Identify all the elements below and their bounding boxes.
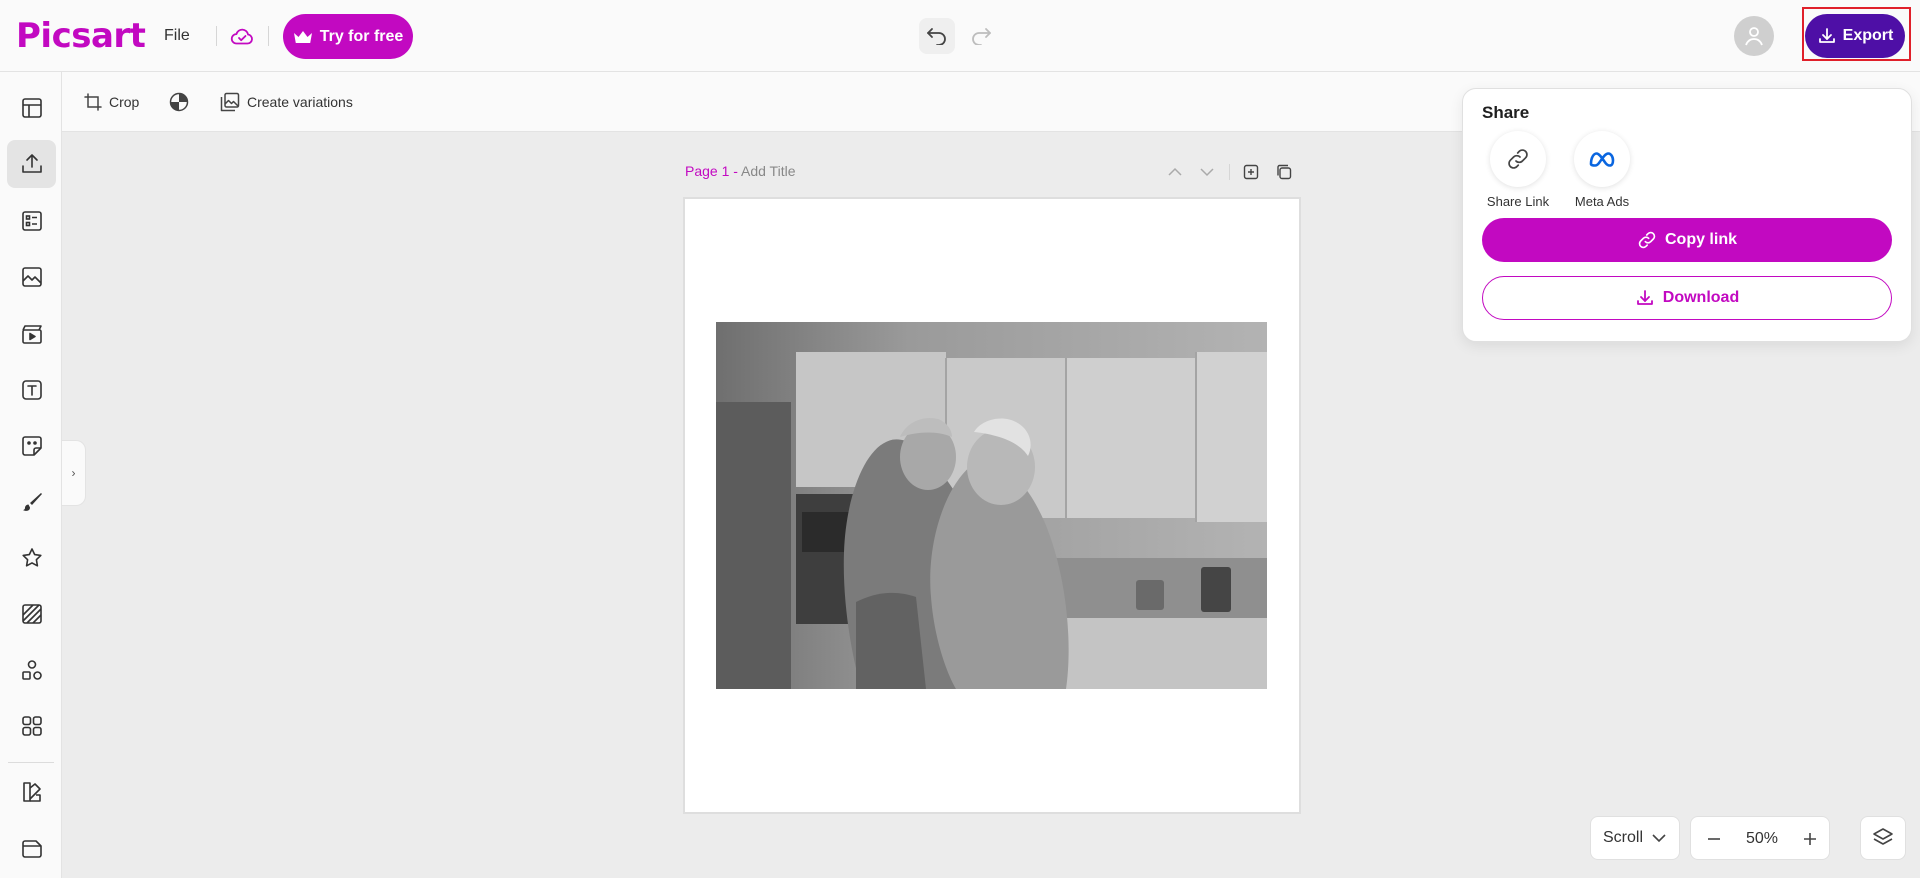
move-page-up-button[interactable] — [1164, 162, 1186, 182]
export-button[interactable]: Export — [1805, 14, 1905, 58]
redo-icon — [972, 28, 991, 45]
video-icon — [21, 325, 42, 344]
text-icon — [21, 380, 42, 400]
upload-icon — [21, 154, 42, 173]
zoom-in-button[interactable] — [1795, 824, 1825, 854]
view-mode-label: Scroll — [1602, 829, 1643, 846]
top-bar: Picsart File Try for free Export — [0, 0, 1920, 72]
sidebar-item-draw[interactable] — [7, 478, 56, 526]
user-avatar[interactable] — [1734, 16, 1774, 56]
chevron-down-icon — [1652, 834, 1666, 843]
divider — [268, 26, 269, 46]
sidebar-item-photos[interactable] — [7, 253, 56, 301]
list-icon — [21, 211, 42, 231]
sidebar-item-shapes[interactable] — [7, 646, 56, 694]
sidebar-item-my-folders[interactable] — [7, 824, 56, 872]
sidebar-item-uploads[interactable] — [7, 140, 56, 188]
meta-ads-label: Meta Ads — [1574, 194, 1630, 209]
meta-icon — [1589, 152, 1615, 167]
duplicate-page-button[interactable] — [1273, 162, 1295, 182]
share-title: Share — [1482, 103, 1530, 122]
image-icon — [21, 267, 42, 287]
user-icon — [1745, 27, 1763, 46]
try-for-free-button[interactable]: Try for free — [283, 14, 413, 59]
page-header: Page 1 - Add Title — [685, 162, 1300, 182]
crop-button[interactable]: Crop — [84, 88, 139, 116]
folder-icon — [21, 840, 42, 858]
apps-icon — [21, 716, 42, 736]
duplicate-icon — [1277, 164, 1292, 180]
divider — [216, 26, 217, 46]
star-icon — [21, 548, 42, 567]
redo-button[interactable] — [963, 18, 999, 54]
minus-icon — [1708, 838, 1720, 840]
palette-icon — [22, 782, 41, 802]
sidebar-item-brand-kit[interactable] — [7, 768, 56, 816]
download-icon — [1818, 28, 1835, 43]
share-link-option[interactable]: Share Link — [1478, 131, 1558, 211]
zoom-control: 50% — [1690, 816, 1830, 860]
layout-icon — [21, 98, 42, 118]
sidebar-item-apps[interactable] — [7, 702, 56, 750]
chevron-right-icon: › — [71, 466, 76, 480]
chevron-up-icon — [1168, 167, 1182, 176]
sidebar-item-videos[interactable] — [7, 310, 56, 358]
plus-icon — [1804, 833, 1816, 845]
sidebar-divider — [8, 762, 54, 763]
export-label: Export — [1842, 27, 1894, 44]
page-number-label: Page 1 - — [685, 163, 738, 179]
try-for-free-label: Try for free — [319, 27, 404, 45]
download-label: Download — [1662, 289, 1740, 306]
sidebar-item-templates[interactable] — [7, 84, 56, 132]
crop-icon — [84, 93, 102, 111]
sidebar-item-favorites[interactable] — [7, 534, 56, 582]
variations-icon — [220, 92, 240, 112]
file-menu-button[interactable]: File — [160, 22, 194, 50]
crop-label: Crop — [109, 94, 140, 110]
meta-ads-option[interactable]: Meta Ads — [1562, 131, 1642, 211]
copy-link-button[interactable]: Copy link — [1482, 218, 1892, 262]
effects-icon — [169, 92, 189, 112]
move-page-down-button[interactable] — [1196, 162, 1218, 182]
crown-icon — [293, 30, 312, 43]
pattern-icon — [21, 604, 42, 624]
link-icon — [1638, 231, 1656, 249]
create-variations-label: Create variations — [247, 94, 353, 110]
view-mode-select[interactable]: Scroll — [1590, 816, 1680, 860]
zoom-level[interactable]: 50% — [1737, 830, 1787, 848]
page-title-input[interactable]: Add Title — [741, 163, 795, 179]
share-popover: Share Share Link Meta Ads Copy link Down… — [1462, 88, 1912, 342]
picsart-logo[interactable]: Picsart — [16, 16, 146, 56]
divider — [1229, 164, 1230, 180]
sticker-icon — [21, 436, 42, 456]
layers-icon — [1873, 828, 1893, 845]
sidebar-item-backgrounds[interactable] — [7, 590, 56, 638]
link-icon — [1508, 149, 1528, 169]
layers-button[interactable] — [1860, 816, 1906, 860]
left-sidebar — [0, 72, 62, 878]
cloud-save-icon[interactable] — [226, 22, 258, 50]
download-button[interactable]: Download — [1482, 276, 1892, 320]
brush-icon — [22, 493, 42, 511]
expand-panel-button[interactable]: › — [62, 440, 86, 506]
add-page-icon — [1243, 164, 1259, 180]
create-variations-button[interactable]: Create variations — [220, 88, 353, 116]
copy-link-label: Copy link — [1664, 231, 1737, 248]
effects-button[interactable] — [169, 88, 189, 116]
chevron-down-icon — [1200, 168, 1214, 177]
undo-icon — [927, 28, 946, 45]
add-page-button[interactable] — [1240, 162, 1262, 182]
share-link-label: Share Link — [1486, 194, 1550, 209]
download-icon — [1636, 290, 1653, 305]
sidebar-item-elements[interactable] — [7, 197, 56, 245]
sidebar-item-text[interactable] — [7, 366, 56, 414]
photo-elderly-couple-dancing[interactable] — [716, 322, 1267, 689]
undo-button[interactable] — [919, 18, 955, 54]
zoom-out-button[interactable] — [1699, 824, 1729, 854]
shapes-icon — [21, 660, 42, 680]
sidebar-item-stickers[interactable] — [7, 422, 56, 470]
